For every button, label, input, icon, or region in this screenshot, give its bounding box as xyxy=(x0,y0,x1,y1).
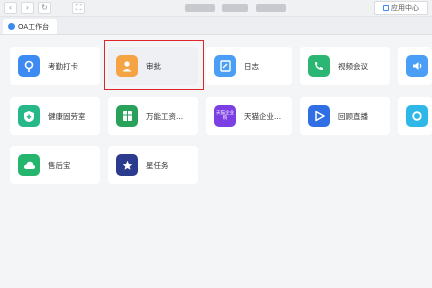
app-card-extra[interactable] xyxy=(398,97,432,135)
app-card-video-meeting[interactable]: 视频会议 xyxy=(300,47,390,85)
app-card-after-sales[interactable]: 售后宝 xyxy=(10,146,100,184)
app-card-payroll[interactable]: 万能工资... xyxy=(108,97,198,135)
browser-toolbar: ‹ › ↻ ⛶ 应用中心 xyxy=(0,0,432,17)
cloud-icon xyxy=(18,154,40,176)
blurred-title xyxy=(222,4,248,12)
blurred-title xyxy=(185,4,215,12)
ring-icon xyxy=(406,105,428,127)
app-card-health[interactable]: 健康固劳室 xyxy=(10,97,100,135)
star-icon xyxy=(116,154,138,176)
phone-icon xyxy=(308,55,330,77)
app-card-broadcast[interactable] xyxy=(398,47,432,85)
tmall-icon: 天猫企业购 xyxy=(214,105,236,127)
app-card-live-replay[interactable]: 回顾直播 xyxy=(300,97,390,135)
speaker-icon xyxy=(406,55,428,77)
play-icon xyxy=(308,105,330,127)
app-label: 健康固劳室 xyxy=(48,111,86,121)
person-icon xyxy=(116,55,138,77)
location-pin-icon xyxy=(18,55,40,77)
shield-plus-icon xyxy=(18,105,40,127)
app-card-approval[interactable]: 审批 xyxy=(108,47,198,85)
app-card-star-task[interactable]: 星任务 xyxy=(108,146,198,184)
app-label: 回顾直播 xyxy=(338,111,368,121)
tab-bar: OA工作台 xyxy=(0,17,432,35)
app-label: 天猫企业... xyxy=(244,111,282,121)
app-label: 审批 xyxy=(146,61,161,71)
app-label: 星任务 xyxy=(146,160,169,170)
tab-oa-workbench[interactable]: OA工作台 xyxy=(3,19,58,34)
app-card-log[interactable]: 日志 xyxy=(206,47,292,85)
forward-button[interactable]: › xyxy=(21,2,34,14)
back-button[interactable]: ‹ xyxy=(4,2,17,14)
app-card-tmall-enterprise[interactable]: 天猫企业购 天猫企业... xyxy=(206,97,292,135)
oa-icon xyxy=(8,23,15,30)
refresh-button[interactable]: ↻ xyxy=(38,2,51,14)
app-label: 日志 xyxy=(244,61,259,71)
app-label: 考勤打卡 xyxy=(48,61,78,71)
app-label: 万能工资... xyxy=(146,111,184,121)
blurred-title xyxy=(256,4,286,12)
tab-label: OA工作台 xyxy=(18,22,50,31)
app-grid: 考勤打卡 审批 日志 视频会议 健康固劳室 万能工资... 天猫企业购 天猫企业… xyxy=(0,35,432,288)
app-center-button[interactable]: 应用中心 xyxy=(374,1,428,15)
app-center-label: 应用中心 xyxy=(391,4,419,12)
grid-icon xyxy=(383,5,389,11)
app-label: 售后宝 xyxy=(48,160,71,170)
spreadsheet-icon xyxy=(116,105,138,127)
notepad-icon xyxy=(214,55,236,77)
app-label: 视频会议 xyxy=(338,61,368,71)
fullscreen-button[interactable]: ⛶ xyxy=(72,2,85,14)
app-card-attendance[interactable]: 考勤打卡 xyxy=(10,47,100,85)
